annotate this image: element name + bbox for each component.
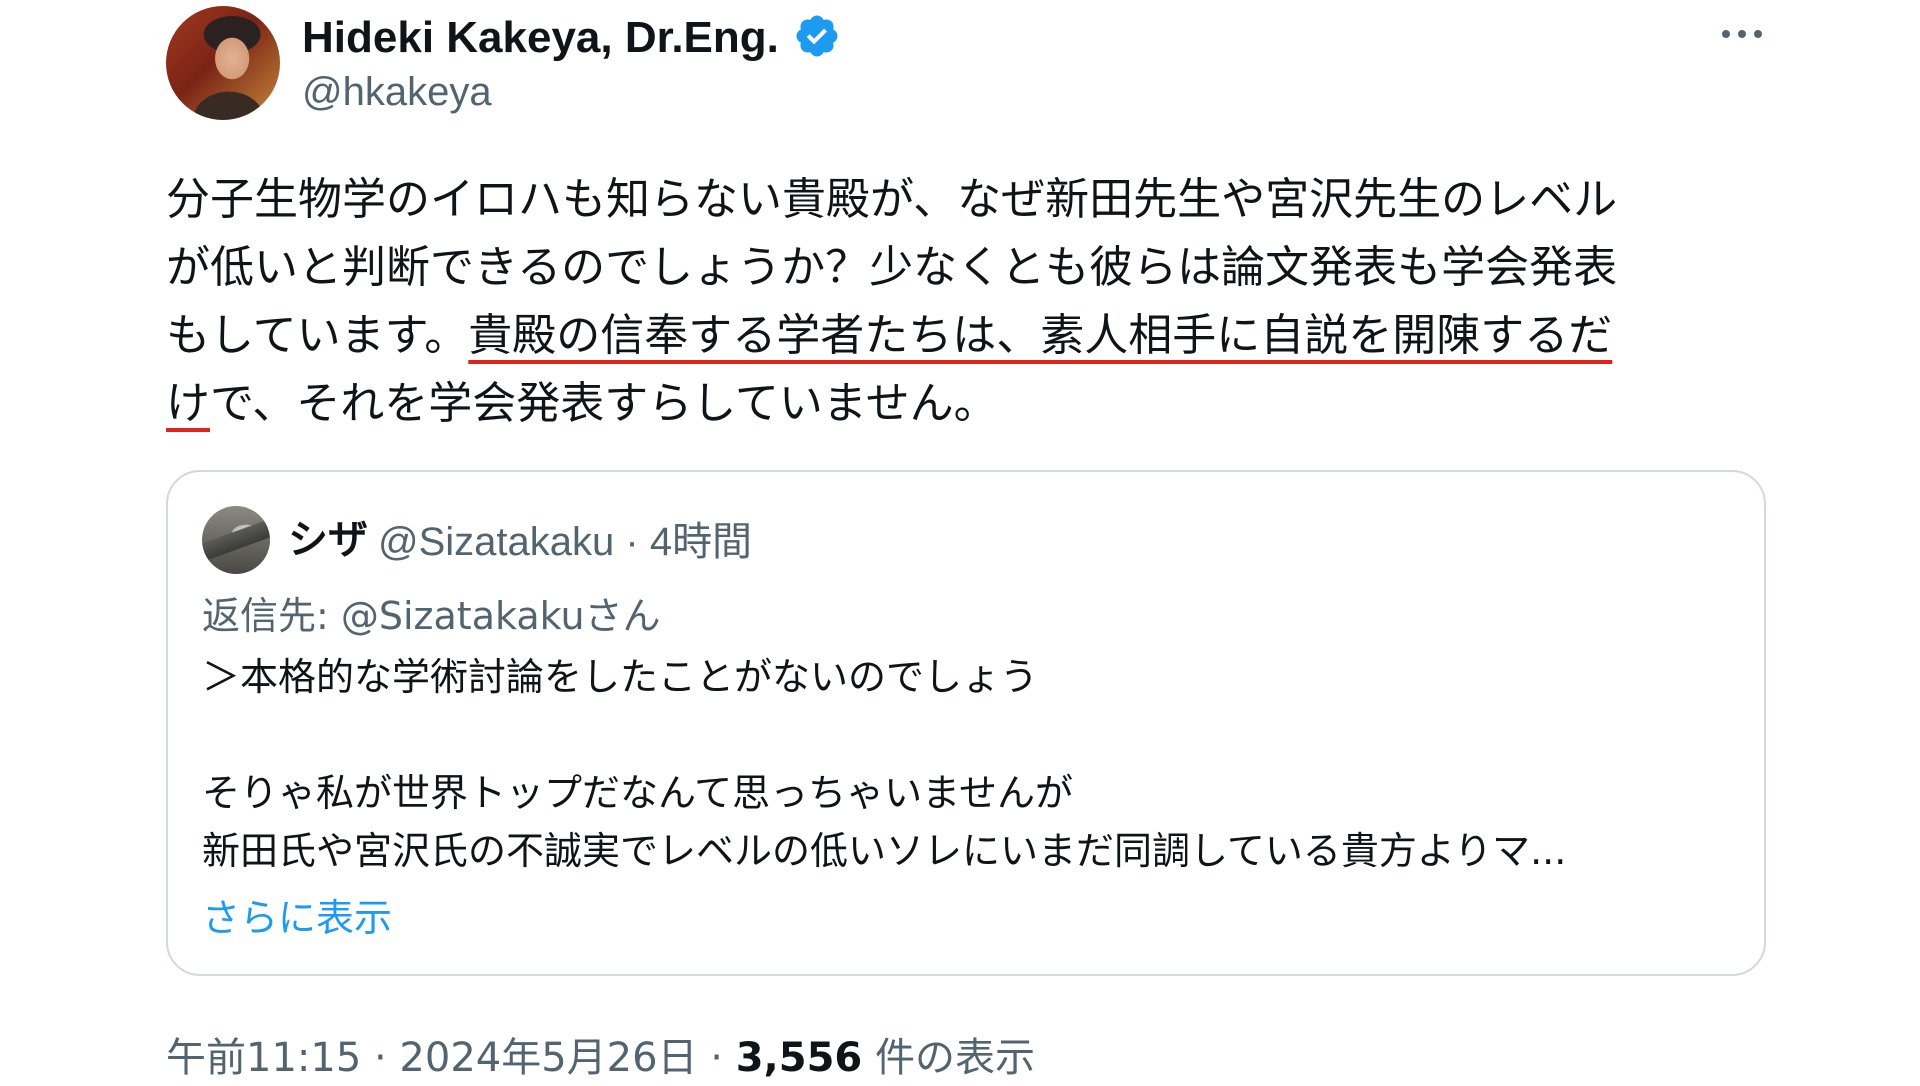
quoted-author-avatar (202, 506, 270, 574)
view-label: 件の表示 (862, 1035, 1035, 1081)
quoted-author-name: シザ (288, 517, 368, 563)
tweet-text-line: が低いと判断できるのでしょうか？少なくとも彼らは論文発表も学会発表 (166, 242, 1618, 293)
more-options-button[interactable] (1718, 14, 1766, 54)
tweet-footer: 午前11:15 · 2024年5月26日 · 3,556 件の表示 (166, 1030, 1035, 1086)
tweet-text-segment: で、それを学会発表すらしていません。 (210, 378, 998, 429)
tweet-text-segment: もしています。 (166, 310, 469, 361)
tweet: Hideki Kakeya, Dr.Eng. @hkakeya 分子生物学のイロ… (0, 0, 1920, 1081)
quoted-author-meta: @Sizatakaku · 4時間 (378, 520, 753, 564)
quoted-tweet-text: ＞本格的な学術討論をしたことがないのでしょう そりゃ私が世界トップだなんて思っち… (202, 648, 1732, 880)
more-horizontal-icon (1754, 30, 1762, 38)
author-display-name[interactable]: Hideki Kakeya, Dr.Eng. (302, 10, 779, 66)
verified-badge-icon (796, 15, 838, 57)
tweet-text-line: もしています。貴殿の信奉する学者たちは、素人相手に自説を開陳するだ (166, 302, 1766, 370)
view-count: 3,556 (735, 1035, 863, 1081)
underlined-text: け (166, 378, 210, 429)
more-horizontal-icon (1738, 30, 1746, 38)
reply-to-label: 返信先: @Sizatakakuさん (202, 594, 661, 638)
show-more-link[interactable]: さらに表示 (202, 890, 392, 946)
author-avatar[interactable] (166, 6, 280, 120)
tweet-text-line: けで、それを学会発表すらしていません。 (166, 370, 1766, 438)
author-handle[interactable]: @hkakeya (302, 66, 492, 118)
quoted-tweet-card[interactable]: シザ @Sizatakaku · 4時間 返信先: @Sizatakakuさん … (166, 470, 1766, 976)
quoted-text-line: ＞本格的な学術討論をしたことがないのでしょう (202, 655, 1039, 699)
tweet-text: 分子生物学のイロハも知らない貴殿が、なぜ新田先生や宮沢先生のレベル が低いと判断… (166, 166, 1766, 438)
tweet-text-line: 分子生物学のイロハも知らない貴殿が、なぜ新田先生や宮沢先生のレベル (166, 174, 1618, 225)
underlined-text: 貴殿の信奉する学者たちは、素人相手に自説を開陳するだ (468, 310, 1613, 361)
timestamp[interactable]: 午前11:15 · 2024年5月26日 · (166, 1035, 736, 1081)
quoted-text-line: 新田氏や宮沢氏の不誠実でレベルの低いソレにいまだ同調している貴方よりマ... (202, 829, 1567, 873)
more-horizontal-icon (1722, 30, 1730, 38)
quoted-text-line: そりゃ私が世界トップだなんて思っちゃいませんが (202, 771, 1073, 815)
